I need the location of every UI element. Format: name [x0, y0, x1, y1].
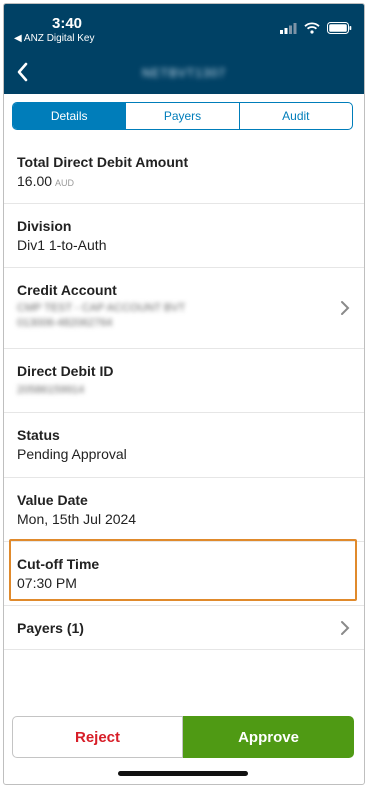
- tab-payers[interactable]: Payers: [125, 103, 238, 129]
- division-value: Div1 1-to-Auth: [17, 237, 107, 253]
- currency-unit: AUD: [55, 178, 75, 188]
- credit-account-number: 013006-482062764: [17, 317, 113, 329]
- credit-account-label: Credit Account: [17, 282, 117, 298]
- detail-row-direct-debit-id: Direct Debit ID 20586159914: [4, 349, 364, 413]
- cutoff-time-label: Cut-off Time: [17, 556, 100, 572]
- chevron-right-icon: [341, 301, 350, 315]
- cutoff-time-value: 07:30 PM: [17, 575, 77, 591]
- approve-button[interactable]: Approve: [183, 716, 354, 758]
- signal-icon: [280, 22, 297, 34]
- battery-icon: [327, 22, 352, 34]
- reject-button[interactable]: Reject: [12, 716, 183, 758]
- total-value-line: 16.00 AUD: [17, 173, 364, 189]
- phone-screen: 3:40 ◀ ANZ Digital Key NETBVT1307 Detail…: [3, 3, 365, 785]
- direct-debit-id-value: 20586159914: [17, 384, 85, 396]
- total-amount: 16.00: [17, 173, 53, 189]
- detail-row-value-date: Value Date Mon, 15th Jul 2024: [4, 478, 364, 542]
- status-time: 3:40: [52, 15, 83, 32]
- division-label: Division: [17, 218, 72, 234]
- page-title: NETBVT1307: [141, 66, 227, 80]
- value-date-label: Value Date: [17, 492, 88, 508]
- payers-label: Payers (1): [17, 620, 84, 636]
- action-bar: Reject Approve: [12, 716, 354, 758]
- back-to-app-link[interactable]: ◀ ANZ Digital Key: [14, 33, 95, 44]
- detail-row-payers[interactable]: Payers (1): [4, 606, 364, 650]
- tab-details[interactable]: Details: [13, 103, 126, 129]
- chevron-right-icon: [341, 621, 350, 635]
- detail-row-total: Total Direct Debit Amount 16.00 AUD: [4, 144, 364, 204]
- value-date-value: Mon, 15th Jul 2024: [17, 511, 137, 527]
- detail-row-credit-account[interactable]: Credit Account CMP TEST - CAP ACCOUNT BV…: [4, 268, 364, 349]
- app-header: 3:40 ◀ ANZ Digital Key NETBVT1307: [4, 4, 364, 94]
- detail-row-status: Status Pending Approval: [4, 413, 364, 478]
- tab-audit[interactable]: Audit: [238, 103, 352, 129]
- total-label: Total Direct Debit Amount: [17, 154, 189, 170]
- status-label: Status: [17, 427, 60, 443]
- detail-row-cutoff-time: Cut-off Time 07:30 PM: [4, 542, 364, 606]
- status-icons: [280, 22, 352, 34]
- credit-account-name: CMP TEST - CAP ACCOUNT BVT: [17, 302, 186, 314]
- status-value: Pending Approval: [17, 446, 127, 462]
- detail-row-division: Division Div1 1-to-Auth: [4, 204, 364, 268]
- home-indicator: [118, 771, 248, 776]
- segmented-tabs: Details Payers Audit: [12, 102, 353, 130]
- direct-debit-id-label: Direct Debit ID: [17, 363, 114, 379]
- wifi-icon: [304, 22, 320, 34]
- details-list: Total Direct Debit Amount 16.00 AUD Divis…: [4, 144, 364, 650]
